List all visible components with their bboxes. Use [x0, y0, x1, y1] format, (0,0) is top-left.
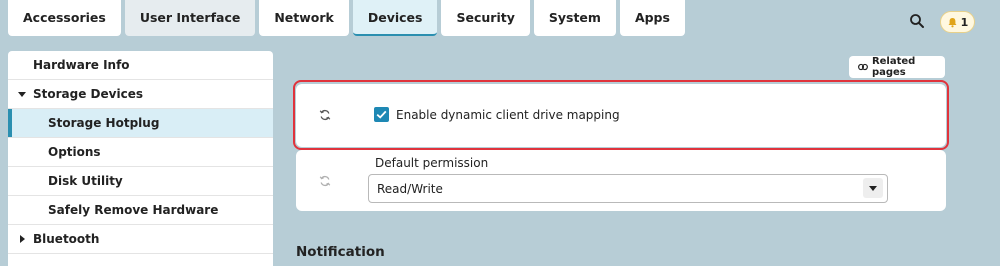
related-pages-button[interactable]: Related pages: [849, 56, 945, 78]
tab-network[interactable]: Network: [259, 0, 349, 36]
dynamic-mapping-checkbox[interactable]: [374, 107, 389, 122]
sidebar-item-label: Disk Utility: [48, 174, 123, 188]
chevron-right-icon[interactable]: [20, 235, 25, 243]
default-permission-select[interactable]: Read/Write: [368, 174, 888, 203]
notification-count: 1: [960, 15, 969, 29]
check-icon: [376, 110, 387, 119]
sidebar-item-bluetooth[interactable]: Bluetooth: [8, 225, 273, 254]
reset-icon[interactable]: [319, 175, 331, 187]
tab-apps[interactable]: Apps: [619, 0, 685, 36]
tab-system[interactable]: System: [533, 0, 616, 36]
sidebar-item-label: Safely Remove Hardware: [48, 203, 219, 217]
sidebar-item-hardware-info[interactable]: Hardware Info: [8, 51, 273, 80]
sidebar-item-safely-remove-hardware[interactable]: Safely Remove Hardware: [8, 196, 273, 225]
tab-user-interface[interactable]: User Interface: [124, 0, 256, 36]
section-heading-notification: Notification: [296, 244, 385, 260]
chevron-down-icon[interactable]: [18, 92, 26, 97]
search-icon[interactable]: [908, 12, 926, 30]
tab-devices[interactable]: Devices: [352, 0, 438, 36]
reset-icon[interactable]: [319, 109, 331, 121]
sidebar-item-storage-devices[interactable]: Storage Devices: [8, 80, 273, 109]
sidebar-item-disk-utility[interactable]: Disk Utility: [8, 167, 273, 196]
dropdown-button[interactable]: [863, 178, 883, 198]
default-permission-value: Read/Write: [377, 181, 443, 196]
default-permission-label: Default permission: [375, 156, 489, 170]
sidebar-item-options[interactable]: Options: [8, 138, 273, 167]
link-icon: [858, 63, 868, 71]
bell-icon: [948, 17, 957, 27]
chevron-down-icon: [869, 185, 877, 191]
sidebar-item-label: Storage Devices: [33, 87, 143, 101]
tab-accessories[interactable]: Accessories: [8, 0, 121, 36]
dynamic-mapping-label: Enable dynamic client drive mapping: [396, 108, 620, 122]
sidebar-item-label: Bluetooth: [33, 232, 100, 246]
notifications-button[interactable]: 1: [940, 11, 975, 33]
sidebar-item-label: Storage Hotplug: [48, 116, 160, 130]
top-tab-bar: Accessories User Interface Network Devic…: [8, 0, 685, 37]
sidebar: Hardware Info Storage Devices Storage Ho…: [8, 51, 273, 266]
tab-security[interactable]: Security: [441, 0, 530, 36]
sidebar-item-label: Hardware Info: [33, 58, 130, 72]
highlight-outline: [293, 80, 949, 150]
sidebar-item-label: Options: [48, 145, 101, 159]
related-pages-label: Related pages: [871, 56, 916, 78]
sidebar-item-storage-hotplug[interactable]: Storage Hotplug: [8, 109, 273, 138]
